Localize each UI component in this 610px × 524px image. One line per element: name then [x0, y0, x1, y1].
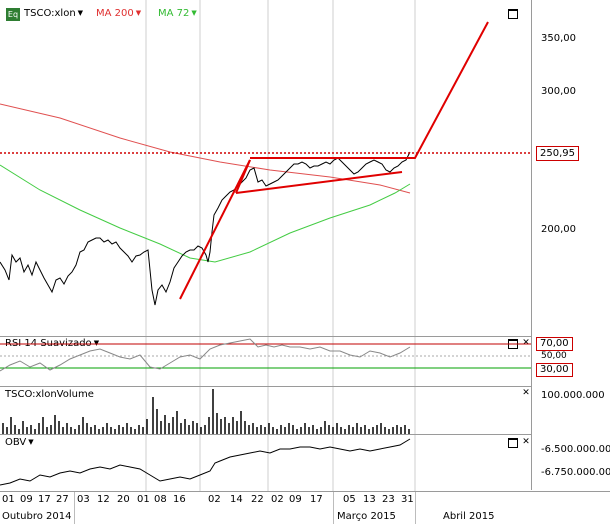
- date-tick: 27: [56, 494, 69, 505]
- obv-line: [0, 438, 411, 486]
- date-tick: 16: [173, 494, 186, 505]
- obv-chart-canvas: [0, 435, 416, 491]
- obv-tick-2: -6.750.000.000: [541, 467, 610, 478]
- obv-tick-1: -6.500.000.000: [541, 444, 610, 455]
- date-tick: 14: [230, 494, 243, 505]
- price-tick-300: 300,00: [541, 86, 576, 97]
- date-tick: 02: [208, 494, 221, 505]
- price-chart-canvas: [0, 0, 531, 336]
- volume-chart-canvas: [2, 387, 416, 434]
- date-tick: 02: [271, 494, 284, 505]
- month-label-oct-2014: Outubro 2014: [2, 511, 72, 522]
- last-price-label: 250,95: [536, 146, 579, 161]
- rsi-lower-label: 30,00: [536, 363, 573, 377]
- month-label-mar-2015: Março 2015: [337, 511, 396, 522]
- price-tick-350: 350,00: [541, 33, 576, 44]
- date-tick: 09: [289, 494, 302, 505]
- date-tick: 05: [343, 494, 356, 505]
- rsi-mid-label: 50,00: [541, 351, 567, 361]
- date-tick: 20: [117, 494, 130, 505]
- rsi-upper-label: 70,00: [536, 337, 573, 351]
- month-label-apr-2015: Abril 2015: [443, 511, 495, 522]
- date-tick: 12: [97, 494, 110, 505]
- rsi-chart-canvas: [0, 337, 531, 387]
- price-tick-200: 200,00: [541, 224, 576, 235]
- date-tick: 08: [154, 494, 167, 505]
- price-axis-line: [531, 0, 532, 490]
- price-series: [0, 151, 411, 306]
- date-tick: 01: [2, 494, 15, 505]
- date-tick: 22: [251, 494, 264, 505]
- volume-bars: [2, 389, 410, 434]
- date-tick: 23: [382, 494, 395, 505]
- date-tick: 03: [77, 494, 90, 505]
- date-tick: 01: [137, 494, 150, 505]
- date-tick: 13: [363, 494, 376, 505]
- date-tick: 17: [38, 494, 51, 505]
- date-tick: 09: [20, 494, 33, 505]
- date-axis: 01 09 17 27 03 12 20 01 08 16 02 14 22 0…: [0, 491, 610, 524]
- date-tick: 31: [401, 494, 414, 505]
- volume-tick: 100.000.000: [541, 390, 605, 401]
- date-tick: 17: [310, 494, 323, 505]
